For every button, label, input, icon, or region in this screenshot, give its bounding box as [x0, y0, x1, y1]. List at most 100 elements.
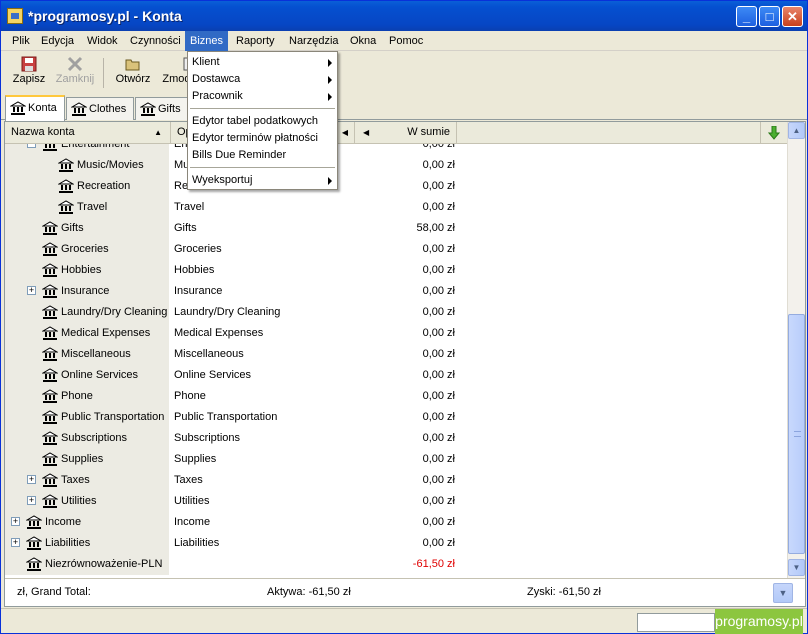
menu-item-label: Edytor terminów płatności: [192, 132, 318, 144]
tab-konta[interactable]: Konta: [5, 95, 65, 121]
table-row[interactable]: + Utilities Utilities 0,00 zł: [5, 491, 787, 512]
table-row[interactable]: RecreationRecreation0,00 zł: [5, 176, 787, 197]
account-name: Subscriptions: [61, 432, 128, 444]
expand-toggle[interactable]: +: [27, 475, 36, 484]
table-row[interactable]: Laundry/Dry Cleaning Laundry/Dry Cleaning…: [5, 302, 787, 323]
bank-icon: [41, 326, 59, 343]
account-total: 0,00 zł: [422, 348, 455, 360]
account-total: 0,00 zł: [422, 243, 455, 255]
biznes-menu-item[interactable]: Dostawca: [188, 71, 337, 88]
bank-icon: [41, 221, 59, 238]
table-row[interactable]: Gifts Gifts 58,00 zł: [5, 218, 787, 239]
account-total: 0,00 zł: [422, 390, 455, 402]
biznes-menu-item[interactable]: Klient: [188, 54, 337, 71]
biznes-menu-item[interactable]: Wyeksportuj: [188, 172, 337, 189]
bank-icon: [41, 431, 59, 448]
close-file-button[interactable]: Zamknij: [54, 54, 96, 92]
column-name-label: Nazwa konta: [11, 126, 75, 138]
open-button[interactable]: Otwórz: [113, 54, 153, 92]
vertical-scrollbar[interactable]: ▲ ▼: [787, 122, 805, 578]
table-row[interactable]: −EntertainmentEntertainment0,00 zł: [5, 144, 787, 155]
account-total: 0,00 zł: [422, 264, 455, 276]
table-row[interactable]: Niezrównoważenie-PLN -61,50 zł: [5, 554, 787, 575]
menu-item-label: Edytor tabel podatkowych: [192, 115, 318, 127]
title-bar[interactable]: *programosy.pl - Konta _ □ ✕: [1, 1, 807, 31]
menu-narzedzia[interactable]: Narzędzia: [284, 31, 344, 51]
summary-dropdown-button[interactable]: ▼: [773, 583, 793, 603]
save-button[interactable]: Zapisz: [9, 54, 49, 92]
menu-czynnosci[interactable]: Czynności: [125, 31, 186, 51]
close-button[interactable]: ✕: [782, 6, 803, 27]
account-total: 0,00 zł: [422, 411, 455, 423]
column-total-header[interactable]: ◀ W sumie: [355, 122, 457, 143]
maximize-button[interactable]: □: [759, 6, 780, 27]
table-row[interactable]: + Liabilities Liabilities 0,00 zł: [5, 533, 787, 554]
expand-toggle[interactable]: +: [11, 517, 20, 526]
biznes-menu-item[interactable]: Bills Due Reminder: [188, 147, 337, 164]
menu-item-label: Bills Due Reminder: [192, 149, 287, 161]
column-name-header[interactable]: Nazwa konta ▲: [5, 122, 171, 143]
bank-icon: [42, 144, 58, 154]
grand-total-label: zł, Grand Total:: [17, 586, 91, 598]
scroll-up-button[interactable]: ▲: [788, 122, 805, 139]
bank-icon: [25, 536, 43, 553]
bank-icon: [41, 389, 59, 406]
menu-pomoc[interactable]: Pomoc: [384, 31, 428, 51]
menu-okna[interactable]: Okna: [345, 31, 381, 51]
account-name: Taxes: [61, 474, 90, 486]
table-row[interactable]: Subscriptions Subscriptions 0,00 zł: [5, 428, 787, 449]
table-row[interactable]: + Taxes Taxes 0,00 zł: [5, 470, 787, 491]
account-total: 0,00 zł: [422, 327, 455, 339]
table-row[interactable]: Miscellaneous Miscellaneous 0,00 zł: [5, 344, 787, 365]
menu-widok[interactable]: Widok: [82, 31, 123, 51]
bank-icon: [57, 179, 75, 196]
account-description: Liabilities: [174, 537, 220, 549]
tab-gifts[interactable]: Gifts: [135, 97, 191, 120]
scroll-down-button[interactable]: ▼: [788, 559, 805, 576]
account-name: Insurance: [61, 285, 110, 297]
open-folder-icon: [125, 59, 140, 71]
account-description: Medical Expenses: [174, 327, 264, 339]
accounts-panel: Nazwa konta ▲ Opis ◀ ◀ W sumie − Entertai…: [4, 121, 806, 607]
tab-clothes[interactable]: Clothes: [66, 97, 134, 120]
account-total: -61,50 zł: [412, 558, 455, 570]
tab-konta-label: Konta: [28, 102, 57, 114]
biznes-menu-item[interactable]: Edytor tabel podatkowych: [188, 113, 337, 130]
status-field: [637, 613, 715, 632]
account-name: Travel: [77, 201, 108, 213]
account-description: Taxes: [174, 474, 203, 486]
expand-toggle[interactable]: +: [11, 538, 20, 547]
expand-toggle[interactable]: +: [27, 286, 36, 295]
table-row[interactable]: + Insurance Insurance 0,00 zł: [5, 281, 787, 302]
menu-biznes[interactable]: Biznes: [185, 31, 229, 51]
biznes-menu: Klient Dostawca Pracownik Edytor tabel poda…: [187, 51, 338, 190]
close-file-label: Zamknij: [55, 73, 95, 85]
biznes-menu-item[interactable]: Edytor terminów płatności: [188, 130, 337, 147]
expand-toggle[interactable]: −: [27, 144, 36, 148]
expand-toggle[interactable]: +: [27, 496, 36, 505]
account-description: Online Services: [174, 369, 252, 381]
table-row[interactable]: Public Transportation Public Transportati…: [5, 407, 787, 428]
account-name: Recreation: [77, 180, 131, 192]
table-row[interactable]: Supplies Supplies 0,00 zł: [5, 449, 787, 470]
biznes-menu-item[interactable]: Pracownik: [188, 88, 337, 105]
table-row[interactable]: + Income Income 0,00 zł: [5, 512, 787, 533]
save-label: Zapisz: [12, 73, 46, 85]
table-row[interactable]: Medical Expenses Medical Expenses 0,00 zł: [5, 323, 787, 344]
menu-plik[interactable]: Plik: [7, 31, 35, 51]
account-description: Groceries: [174, 243, 222, 255]
table-row[interactable]: Music/MoviesMusic/Movies0,00 zł: [5, 155, 787, 176]
table-row[interactable]: Hobbies Hobbies 0,00 zł: [5, 260, 787, 281]
menu-separator: [190, 167, 335, 168]
minimize-button[interactable]: _: [736, 6, 757, 27]
menu-bar: Plik Edycja Widok Czynności Biznes Rapor…: [1, 31, 807, 51]
table-row[interactable]: Online Services Online Services 0,00 zł: [5, 365, 787, 386]
table-row[interactable]: Groceries Groceries 0,00 zł: [5, 239, 787, 260]
menu-raporty[interactable]: Raporty: [231, 31, 280, 51]
scroll-thumb[interactable]: [788, 314, 805, 554]
menu-edycja[interactable]: Edycja: [36, 31, 79, 51]
table-row[interactable]: Phone Phone 0,00 zł: [5, 386, 787, 407]
column-chooser-button[interactable]: [760, 122, 787, 143]
table-row[interactable]: Travel Travel 0,00 zł: [5, 197, 787, 218]
submenu-arrow-icon: [328, 177, 332, 185]
